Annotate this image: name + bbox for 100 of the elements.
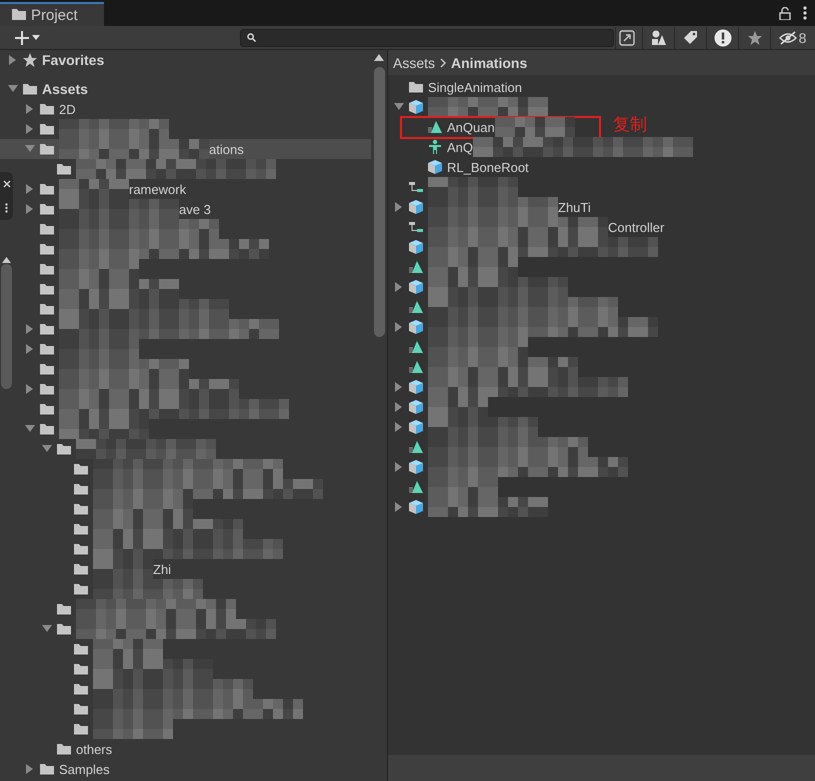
folder-icon <box>39 421 55 437</box>
collapsed-arrow-icon[interactable] <box>24 764 34 774</box>
breadcrumb-link[interactable]: Assets <box>393 54 436 70</box>
tree-item[interactable] <box>392 277 568 297</box>
cube-icon <box>427 159 443 175</box>
folder-icon <box>39 141 55 157</box>
folder-icon <box>39 381 55 397</box>
tree-item[interactable] <box>23 119 169 139</box>
triangle-icon <box>408 299 424 315</box>
more-icon[interactable] <box>803 6 807 20</box>
collapsed-arrow-icon[interactable] <box>24 184 34 194</box>
expanded-arrow-icon[interactable] <box>394 102 404 112</box>
tree-item[interactable]: Assets <box>6 79 88 99</box>
more-icon[interactable] <box>5 202 8 212</box>
tree-item[interactable] <box>392 97 548 117</box>
folder-icon <box>39 281 55 297</box>
caret-icon <box>32 35 40 40</box>
collapsed-arrow-icon[interactable] <box>394 422 404 432</box>
folder-icon <box>56 601 72 617</box>
collapsed-arrow-icon[interactable] <box>394 282 404 292</box>
lock-icon[interactable] <box>779 6 791 20</box>
scroll-up-icon[interactable] <box>374 54 384 62</box>
tree-item[interactable]: ave 3 <box>23 199 211 219</box>
project-tab[interactable]: Project <box>0 2 104 26</box>
folder-icon <box>39 201 55 217</box>
tree-item[interactable] <box>392 497 548 517</box>
tree-item[interactable] <box>40 439 216 459</box>
collapsed-arrow-icon[interactable] <box>24 324 34 334</box>
folder-icon <box>56 161 72 177</box>
tree-item[interactable]: Controller <box>392 217 664 237</box>
close-icon[interactable] <box>2 180 10 188</box>
tree-item[interactable]: ramework <box>23 179 186 199</box>
tree-item[interactable]: Zhi <box>57 559 172 579</box>
expanded-arrow-icon[interactable] <box>24 424 34 434</box>
scrollbar-thumb[interactable] <box>374 67 384 337</box>
collapsed-arrow-icon[interactable] <box>24 104 34 114</box>
tag-icon <box>682 30 698 46</box>
scrollbar-thumb[interactable] <box>1 264 12 389</box>
collapsed-arrow-icon[interactable] <box>24 124 34 134</box>
tree-item[interactable] <box>23 339 139 359</box>
tree-item[interactable] <box>23 379 239 399</box>
tree-item[interactable]: SingleAnimation <box>392 77 522 97</box>
tree-item[interactable] <box>392 417 538 437</box>
tree-item[interactable]: Samples <box>23 759 110 779</box>
collapsed-arrow-icon[interactable] <box>394 382 404 392</box>
folder-icon <box>56 441 72 457</box>
cube-icon <box>408 99 424 115</box>
folder-icon <box>39 241 55 257</box>
tree-item[interactable]: ations <box>0 139 371 159</box>
breadcrumb-link[interactable]: Animations <box>451 54 528 70</box>
expanded-arrow-icon[interactable] <box>42 444 52 454</box>
cube-icon <box>408 419 424 435</box>
triangle-icon <box>408 359 424 375</box>
tree-item[interactable] <box>23 419 149 439</box>
collapsed-arrow-icon[interactable] <box>24 384 34 394</box>
expanded-arrow-icon[interactable] <box>42 624 52 634</box>
triangle-icon <box>408 259 424 275</box>
folder-icon <box>73 501 89 517</box>
item-label: ZhuTi <box>558 200 591 214</box>
expanded-arrow-icon[interactable] <box>8 84 18 94</box>
collapsed-arrow-icon[interactable] <box>8 55 18 65</box>
tab-label: Project <box>31 6 78 24</box>
cube-icon <box>408 239 424 255</box>
collapsed-arrow-icon[interactable] <box>394 502 404 512</box>
tree-item[interactable] <box>40 619 276 639</box>
folder-icon <box>39 401 55 417</box>
item-label: AnQuan <box>447 120 495 134</box>
collapsed-arrow-icon[interactable] <box>394 402 404 412</box>
collapsed-arrow-icon[interactable] <box>394 462 404 472</box>
tree-item[interactable]: ZhuTi <box>392 197 591 217</box>
plus-icon <box>14 30 30 46</box>
item-label: 2D <box>59 102 76 116</box>
tree-item[interactable] <box>392 397 488 417</box>
tree-item[interactable]: RL_BoneRoot <box>411 157 529 177</box>
tree-item[interactable]: AnQ <box>411 137 694 157</box>
collapsed-arrow-icon[interactable] <box>24 204 34 214</box>
folder-icon <box>73 661 89 677</box>
tree-item[interactable]: others <box>40 739 112 759</box>
controller-icon <box>408 219 424 235</box>
folder-icon <box>39 301 55 317</box>
search-field[interactable] <box>240 28 614 46</box>
folder-icon <box>39 221 55 237</box>
find-button[interactable] <box>615 26 637 48</box>
folder-icon <box>73 641 89 657</box>
folder-icon <box>39 181 55 197</box>
controller-icon <box>408 179 424 195</box>
tree-item[interactable]: Favorites <box>6 50 104 70</box>
tree-item[interactable]: 2D <box>23 99 76 119</box>
tree-item[interactable] <box>392 457 628 477</box>
item-label: SingleAnimation <box>428 80 522 94</box>
expanded-arrow-icon[interactable] <box>24 144 34 154</box>
star-icon <box>22 52 38 68</box>
collapsed-arrow-icon[interactable] <box>394 202 404 212</box>
triangle-icon <box>408 439 424 455</box>
collapsed-arrow-icon[interactable] <box>394 322 404 332</box>
folder-icon <box>12 8 26 20</box>
tree-item[interactable] <box>392 377 628 397</box>
collapsed-arrow-icon[interactable] <box>24 344 34 354</box>
folder-icon <box>22 81 38 97</box>
annotation-label: 复制 <box>613 115 647 135</box>
